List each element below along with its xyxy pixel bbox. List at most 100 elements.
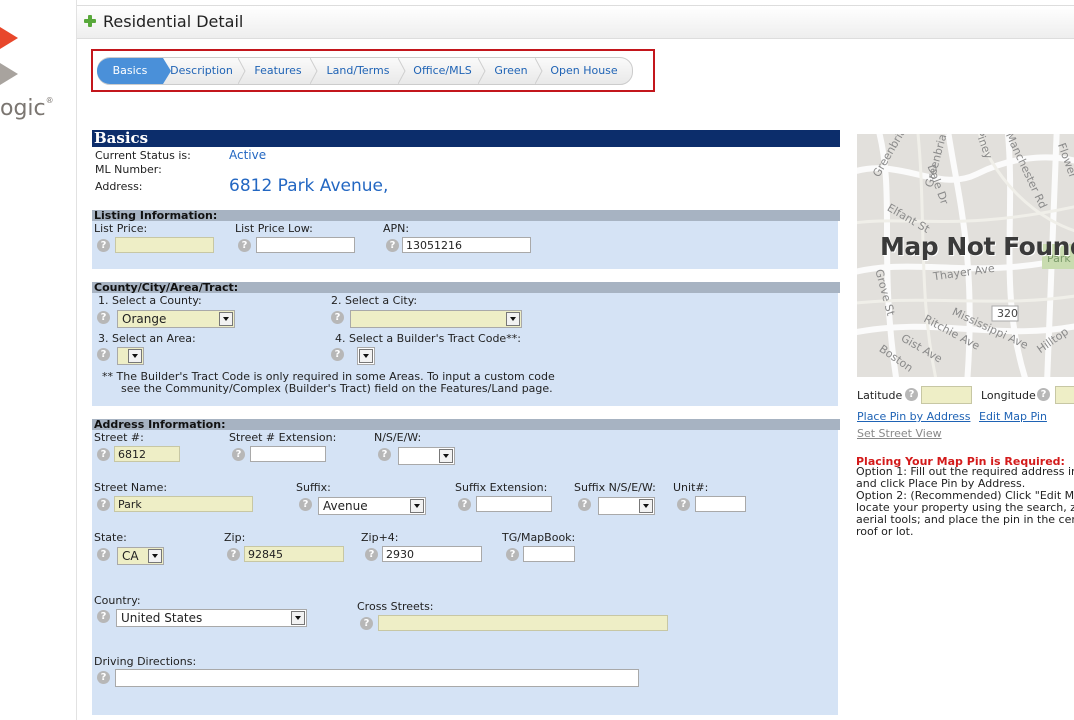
apn-input[interactable]: 13051216 [402, 237, 531, 253]
latitude-label: Latitude [857, 389, 903, 402]
logo-mark-bottom [0, 63, 18, 85]
help-icon[interactable]: ? [386, 239, 399, 252]
tab-office-mls[interactable]: Office/MLS [407, 58, 478, 84]
help-icon[interactable]: ? [458, 498, 471, 511]
help-icon[interactable]: ? [97, 671, 110, 684]
map-not-found-title: Map Not Found [880, 232, 1074, 261]
list-price-label: List Price: [94, 222, 148, 235]
help-icon[interactable]: ? [905, 388, 918, 401]
street-extension-label: Street # Extension: [229, 431, 337, 444]
suffix-nsew-select[interactable] [598, 497, 655, 515]
suffix-extension-input[interactable] [476, 496, 552, 512]
help-icon[interactable]: ? [97, 348, 110, 361]
help-icon[interactable]: ? [238, 239, 251, 252]
list-price-low-label: List Price Low: [235, 222, 313, 235]
tg-mapbook-input[interactable] [523, 546, 575, 562]
zip4-input[interactable]: 2930 [382, 546, 482, 562]
list-price-input[interactable] [115, 237, 214, 253]
latitude-input[interactable] [921, 386, 972, 404]
help-icon[interactable]: ? [331, 311, 344, 324]
tg-mapbook-label: TG/MapBook: [502, 531, 576, 544]
help-icon[interactable]: ? [97, 610, 110, 623]
state-label: State: [94, 531, 127, 544]
chevron-down-icon [410, 499, 424, 513]
help-icon[interactable]: ? [378, 448, 391, 461]
help-icon[interactable]: ? [578, 498, 591, 511]
chevron-down-icon [291, 611, 305, 625]
driving-directions-input[interactable] [115, 669, 639, 687]
cross-streets-label: Cross Streets: [357, 600, 434, 613]
city-select[interactable] [350, 310, 522, 328]
help-icon[interactable]: ? [299, 498, 312, 511]
tab-land-terms[interactable]: Land/Terms [318, 58, 398, 84]
address-label: Address: [95, 180, 143, 193]
area-label: 3. Select an Area: [98, 332, 196, 345]
zip4-label: Zip+4: [361, 531, 399, 544]
help-icon[interactable]: ? [97, 311, 110, 324]
country-select[interactable]: United States [116, 609, 307, 627]
list-price-low-input[interactable] [256, 237, 355, 253]
help-icon[interactable]: ? [97, 548, 110, 561]
suffix-extension-label: Suffix Extension: [455, 481, 548, 494]
status-label: Current Status is: [95, 149, 191, 162]
set-street-view-link[interactable]: Set Street View [857, 427, 942, 440]
county-select[interactable]: Orange [117, 310, 235, 328]
help-icon[interactable]: ? [331, 348, 344, 361]
chevron-down-icon [219, 312, 233, 326]
help-icon[interactable]: ? [97, 448, 110, 461]
edit-map-pin-link[interactable]: Edit Map Pin [979, 410, 1047, 423]
chevron-down-icon [439, 449, 453, 463]
tract-select[interactable] [357, 347, 375, 365]
street-number-input[interactable]: 6812 [114, 446, 180, 462]
chevron-down-icon [639, 499, 653, 513]
area-select[interactable] [117, 347, 144, 365]
city-label: 2. Select a City: [331, 294, 418, 307]
tab-separator [310, 58, 318, 84]
zip-input[interactable]: 92845 [244, 546, 344, 562]
help-icon[interactable]: ? [677, 498, 690, 511]
place-pin-link[interactable]: Place Pin by Address [857, 410, 970, 423]
street-number-label: Street #: [94, 431, 144, 444]
longitude-input[interactable] [1055, 386, 1074, 404]
help-icon[interactable]: ? [1037, 388, 1050, 401]
help-icon[interactable]: ? [360, 617, 373, 630]
left-divider [76, 0, 77, 720]
county-label: 1. Select a County: [98, 294, 202, 307]
street-extension-input[interactable] [250, 446, 326, 462]
zip-label: Zip: [224, 531, 246, 544]
page-title: Residential Detail [103, 12, 244, 31]
suffix-select[interactable]: Avenue [318, 497, 426, 515]
plus-icon [84, 15, 96, 27]
street-name-input[interactable]: Park [114, 496, 253, 512]
tab-features[interactable]: Features [247, 58, 309, 84]
nsew-select[interactable] [398, 447, 455, 465]
help-icon[interactable]: ? [97, 498, 110, 511]
tab-open-house[interactable]: Open House [543, 58, 625, 84]
section-heading-basics: Basics [92, 130, 840, 147]
tract-label: 4. Select a Builder's Tract Code**: [335, 332, 521, 345]
tab-description[interactable]: Description [168, 58, 235, 84]
help-icon[interactable]: ? [227, 548, 240, 561]
tab-basics[interactable]: Basics [97, 58, 163, 84]
state-select[interactable]: CA [117, 547, 164, 565]
country-label: Country: [94, 594, 141, 607]
cross-streets-input[interactable] [378, 615, 668, 631]
map-pin-warning-body: Option 1: Fill out the required address … [856, 466, 1074, 538]
chevron-down-icon [148, 549, 162, 563]
help-icon[interactable]: ? [232, 448, 245, 461]
tab-separator [398, 58, 406, 84]
address-value: 6812 Park Avenue, [229, 176, 389, 196]
longitude-label: Longitude [981, 389, 1036, 402]
help-icon[interactable]: ? [506, 548, 519, 561]
county-heading: County/City/Area/Tract: [92, 282, 840, 294]
unit-label: Unit#: [673, 481, 709, 494]
tab-green[interactable]: Green [488, 58, 534, 84]
tab-separator [535, 58, 543, 84]
help-icon[interactable]: ? [97, 239, 110, 252]
logo-mark-top [0, 27, 18, 49]
help-icon[interactable]: ? [365, 548, 378, 561]
chevron-down-icon [128, 349, 142, 363]
unit-input[interactable] [695, 496, 746, 512]
street-name-label: Street Name: [94, 481, 168, 494]
suffix-label: Suffix: [296, 481, 331, 494]
